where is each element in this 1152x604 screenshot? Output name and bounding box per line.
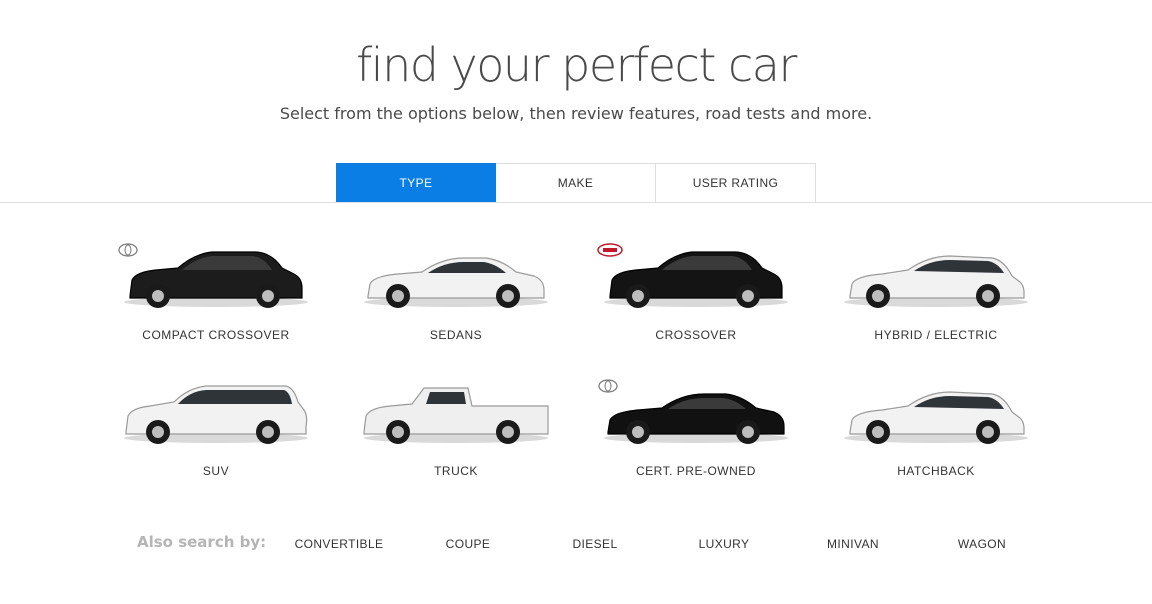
also-search-label: Also search by: — [137, 533, 267, 551]
type-label: SUV — [202, 464, 230, 478]
type-card-sedans[interactable]: SEDANS — [336, 240, 576, 352]
also-search-minivan-link[interactable]: MINIVAN — [793, 537, 913, 551]
also-search-diesel-link[interactable]: DIESEL — [535, 537, 655, 551]
hybrid-car-icon — [844, 255, 1028, 308]
toyota-logo-icon — [118, 243, 138, 257]
tab-user-rating[interactable]: USER RATING — [656, 163, 816, 203]
type-card-suv[interactable]: SUV — [96, 376, 336, 488]
type-card-compact-crossover[interactable]: COMPACT CROSSOVER — [96, 240, 336, 352]
crossover-car-icon — [597, 243, 788, 308]
type-label: HYBRID / ELECTRIC — [874, 328, 998, 342]
also-search-convertible-link[interactable]: CONVERTIBLE — [279, 537, 399, 551]
suv-car-icon — [124, 385, 308, 444]
type-label: HATCHBACK — [897, 464, 975, 478]
also-search-coupe-link[interactable]: COUPE — [408, 537, 528, 551]
page-subtitle: Select from the options below, then revi… — [279, 104, 873, 123]
tabs-divider — [0, 202, 1152, 203]
kia-logo-icon — [597, 243, 623, 257]
also-search-wagon-link[interactable]: WAGON — [922, 537, 1042, 551]
type-label: TRUCK — [434, 464, 478, 478]
type-card-cert-pre-owned[interactable]: CERT. PRE-OWNED — [576, 376, 816, 488]
type-label: SEDANS — [429, 328, 483, 342]
cert-pre-owned-car-icon — [598, 379, 788, 444]
type-label: CROSSOVER — [655, 328, 737, 342]
hatchback-car-icon — [844, 391, 1028, 444]
search-tabs: TYPE MAKE USER RATING — [336, 163, 816, 203]
also-search-luxury-link[interactable]: LUXURY — [664, 537, 784, 551]
type-label: COMPACT CROSSOVER — [142, 328, 290, 342]
truck-icon — [363, 387, 549, 444]
type-card-crossover[interactable]: CROSSOVER — [576, 240, 816, 352]
type-card-truck[interactable]: TRUCK — [336, 376, 576, 488]
type-card-hybrid-electric[interactable]: HYBRID / ELECTRIC — [816, 240, 1056, 352]
type-label: CERT. PRE-OWNED — [636, 464, 756, 478]
toyota-logo-icon — [598, 379, 618, 393]
compact-crossover-car-icon — [118, 243, 308, 308]
sedan-car-icon — [364, 257, 548, 308]
tab-type[interactable]: TYPE — [336, 163, 496, 203]
tab-make[interactable]: MAKE — [496, 163, 656, 203]
page-title: find your perfect car — [356, 38, 797, 92]
type-card-hatchback[interactable]: HATCHBACK — [816, 376, 1056, 488]
